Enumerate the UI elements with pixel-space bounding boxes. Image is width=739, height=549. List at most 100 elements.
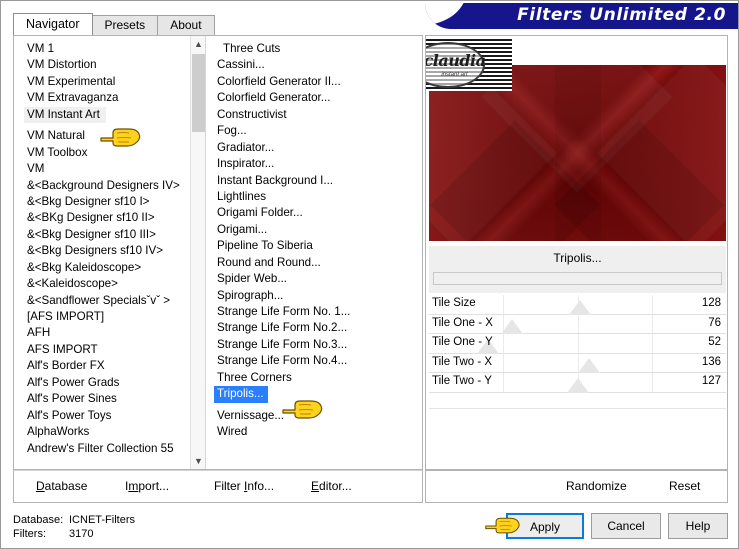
filter-list-item[interactable]: Inspirator... [214, 156, 422, 172]
category-list-item[interactable]: &<Sandflower Specialsˇvˇ > [24, 293, 205, 309]
category-list-item[interactable]: VM Natural [24, 128, 205, 144]
scroll-up-icon[interactable]: ▲ [191, 36, 205, 52]
category-list-item[interactable]: VM [24, 161, 205, 177]
effect-preset-slider[interactable] [433, 272, 722, 285]
parameter-row[interactable]: Tile One - X 76 [429, 314, 726, 334]
slider-thumb[interactable] [501, 319, 524, 334]
parameter-row[interactable]: Tile Size 128 [429, 295, 726, 315]
parameter-value: 127 [701, 375, 721, 387]
filter-list-item[interactable]: Three Corners [214, 370, 422, 386]
filter-list-item[interactable]: Fog... [214, 123, 422, 139]
category-list-item[interactable]: &<Kaleidoscope> [24, 276, 205, 292]
filter-list-item[interactable]: Constructivist [214, 107, 422, 123]
parameter-label: Tile Two - X [432, 355, 493, 368]
database-label: Database: [13, 514, 64, 526]
filter-list-item[interactable]: Round and Round... [214, 255, 422, 271]
filter-list-item[interactable]: Colorfield Generator... [214, 90, 422, 106]
tab-bar: Navigator Presets About [13, 13, 215, 35]
category-list-scrollbar[interactable]: ▲ ▼ [190, 36, 205, 469]
category-list-item[interactable]: AFH [24, 325, 205, 341]
slider-tick [503, 334, 505, 353]
reset-button[interactable]: Reset [669, 479, 700, 493]
scrollbar-thumb[interactable] [192, 54, 205, 132]
help-button[interactable]: Help [668, 513, 728, 539]
category-list-item[interactable]: Alf's Border FX [24, 358, 205, 374]
parameter-value: 52 [708, 336, 721, 348]
filters-unlimited-window: Filters Unlimited 2.0 Navigator Presets … [0, 0, 739, 549]
scroll-down-icon[interactable]: ▼ [191, 453, 205, 469]
category-list-item[interactable]: VM Distortion [24, 57, 205, 73]
preview-image[interactable] [429, 65, 726, 241]
filter-list-item[interactable]: Spirograph... [214, 288, 422, 304]
filter-list-item[interactable]: Strange Life Form No. 1... [214, 304, 422, 320]
filter-list-item[interactable]: Tripolis... [214, 386, 268, 403]
slider-tick [651, 334, 653, 353]
category-list-item[interactable]: Andrew's Filter Collection 55 [24, 441, 205, 457]
filter-list-item[interactable]: Spider Web... [214, 271, 422, 287]
category-list-item[interactable]: &<Background Designers IV> [24, 178, 205, 194]
slider-thumb[interactable] [566, 377, 589, 393]
browser-panel: VM 1 VM Distortion VM Experimental VM Extra… [13, 35, 423, 470]
randomize-button[interactable]: Randomize [566, 479, 627, 493]
preview-container[interactable] [429, 65, 726, 241]
filter-list-item[interactable]: Origami Folder... [214, 205, 422, 221]
category-list-item[interactable]: VM Instant Art [24, 106, 106, 124]
category-list-item[interactable]: VM 1 [24, 41, 205, 57]
effect-panel: Tripolis... claudia instant art Tile Siz… [425, 35, 728, 470]
database-command[interactable]: Database [36, 479, 87, 493]
parameter-row[interactable]: Tile Two - Y 127 [429, 373, 726, 393]
filter-list-item[interactable]: Strange Life Form No.2... [214, 320, 422, 336]
parameter-row[interactable]: Tile One - Y 52 [429, 334, 726, 354]
category-list-item[interactable]: AlphaWorks [24, 424, 205, 440]
filter-list-item[interactable]: Vernissage... [214, 408, 422, 424]
effect-name: Tripolis... [553, 251, 602, 265]
app-title: Filters Unlimited 2.0 [517, 5, 726, 25]
apply-button[interactable]: Apply [506, 513, 584, 539]
category-list-item[interactable]: AFS IMPORT [24, 342, 205, 358]
tab-navigator[interactable]: Navigator [13, 13, 93, 35]
parameter-label: Tile One - X [432, 316, 493, 329]
parameter-row[interactable]: Tile Two - X 136 [429, 353, 726, 373]
filter-list-item[interactable]: Strange Life Form No.4... [214, 353, 422, 369]
status-area: Database: ICNET-Filters Filters: 3170 [13, 513, 135, 541]
category-list-item[interactable]: &<Bkg Designer sf10 I> [24, 194, 205, 210]
slider-thumb[interactable] [578, 358, 601, 373]
category-list[interactable]: VM 1 VM Distortion VM Experimental VM Extra… [14, 36, 206, 469]
category-list-item[interactable]: [AFS IMPORT] [24, 309, 205, 325]
category-list-item[interactable]: VM Extravaganza [24, 90, 205, 106]
title-banner: Filters Unlimited 2.0 [425, 3, 738, 29]
import-command[interactable]: Import... [125, 479, 169, 493]
category-list-item[interactable]: &<BKg Designer sf10 II> [24, 210, 205, 226]
filter-list[interactable]: Three Cuts Cassini... Colorfield Generator… [206, 36, 422, 469]
tab-presets[interactable]: Presets [91, 15, 159, 35]
category-list-item[interactable]: Alf's Power Toys [24, 408, 205, 424]
filter-list-item[interactable]: Colorfield Generator II... [214, 74, 422, 90]
filter-list-item[interactable]: Strange Life Form No.3... [214, 337, 422, 353]
slider-tick [503, 295, 505, 314]
category-list-item[interactable]: &<Bkg Designers sf10 IV> [24, 243, 205, 259]
slider-tick [651, 295, 653, 314]
filter-list-item[interactable]: Pipeline To Siberia [214, 238, 422, 254]
category-list-item[interactable]: &<Bkg Designer sf10 III> [24, 227, 205, 243]
category-list-item[interactable]: &<Bkg Kaleidoscope> [24, 260, 205, 276]
category-list-item[interactable]: Alf's Power Grads [24, 375, 205, 391]
filter-list-item[interactable]: Instant Background I... [214, 173, 422, 189]
cancel-button[interactable]: Cancel [591, 513, 661, 539]
category-list-item[interactable]: Alf's Power Sines [24, 391, 205, 407]
category-list-item[interactable]: VM Experimental [24, 74, 205, 90]
parameter-value: 76 [708, 316, 721, 329]
filter-list-item[interactable]: Cassini... [214, 57, 422, 73]
parameter-list-tail [429, 392, 726, 409]
effect-header: Tripolis... [429, 245, 726, 293]
slider-thumb[interactable] [569, 299, 592, 315]
filter-list-item[interactable]: Gradiator... [214, 140, 422, 156]
filter-list-item[interactable]: Three Cuts [214, 41, 422, 57]
slider-tick [577, 334, 579, 353]
editor-command[interactable]: Editor... [311, 479, 352, 493]
tab-about[interactable]: About [157, 15, 215, 35]
filter-info-command[interactable]: Filter Info... [214, 479, 274, 493]
filter-list-item[interactable]: Origami... [214, 222, 422, 238]
filter-list-item[interactable]: Wired [214, 424, 422, 440]
filter-list-item[interactable]: Lightlines [214, 189, 422, 205]
category-list-item[interactable]: VM Toolbox [24, 145, 205, 161]
